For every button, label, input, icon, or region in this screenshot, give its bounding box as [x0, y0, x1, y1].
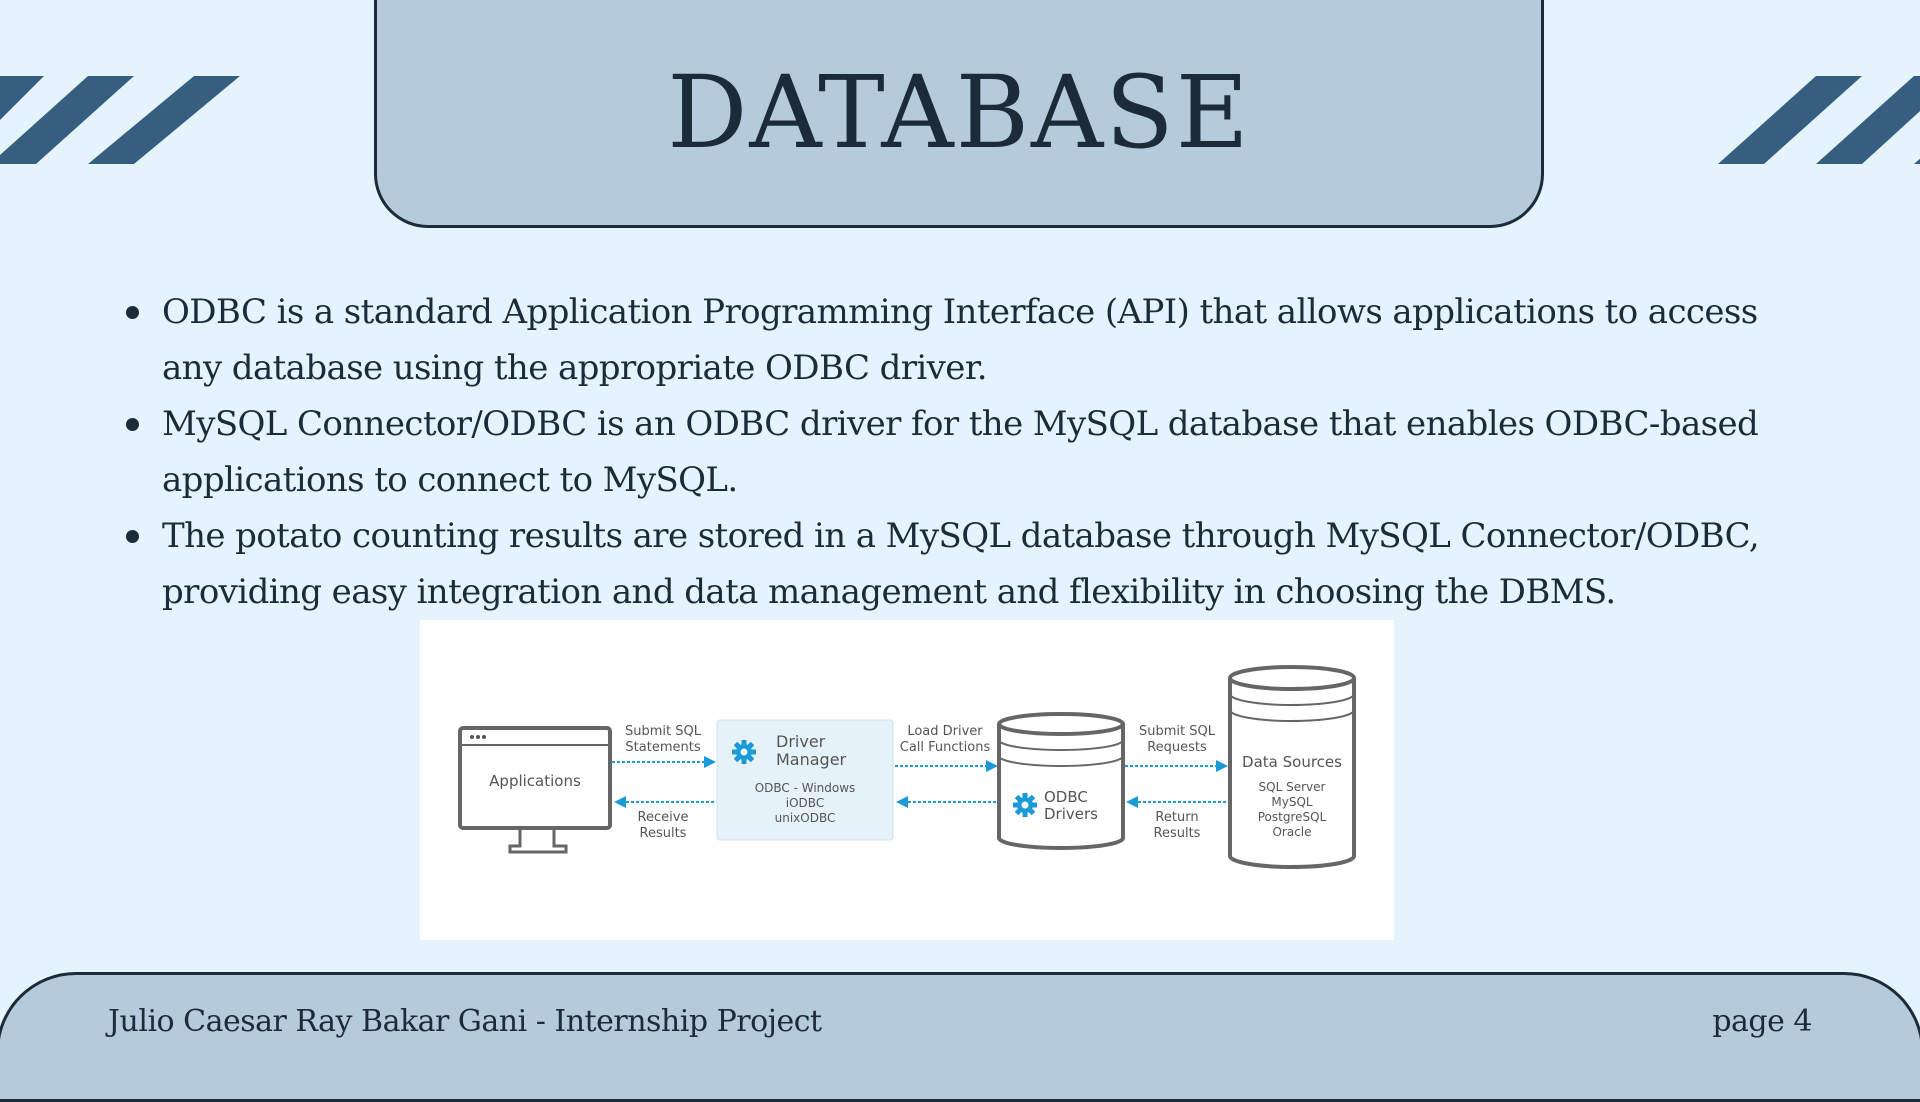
driver-manager-item: ODBC - Windows [755, 781, 856, 795]
submit-sql-statements-label-2: Statements [625, 740, 700, 755]
odbc-architecture-diagram: Applications Submit SQL Statements Recei… [420, 620, 1394, 940]
data-sources-cylinder-icon: Data Sources SQL Server MySQL PostgreSQL… [1228, 665, 1356, 869]
applications-monitor-icon: Applications [458, 726, 612, 854]
load-driver-label-2: Call Functions [900, 740, 991, 755]
bullet-item: The potato counting results are stored i… [120, 508, 1820, 620]
driver-manager-title-1: Driver [776, 732, 826, 751]
driver-manager-item: iODBC [786, 796, 824, 810]
bullet-item: MySQL Connector/ODBC is an ODBC driver f… [120, 396, 1820, 508]
bullet-dot-icon [126, 418, 139, 431]
data-source-item: SQL Server [1259, 780, 1326, 794]
bullet-text: ODBC is a standard Application Programmi… [162, 292, 1758, 388]
odbc-drivers-label-2: Drivers [1044, 805, 1098, 823]
submit-sql-statements-label-1: Submit SQL [625, 724, 702, 739]
page-number: page 4 [1712, 1004, 1812, 1039]
bullet-text: The potato counting results are stored i… [162, 516, 1760, 612]
footer-author: Julio Caesar Ray Bakar Gani - Internship… [108, 1004, 822, 1039]
bullet-item: ODBC is a standard Application Programmi… [120, 284, 1820, 396]
load-driver-label-1: Load Driver [907, 724, 983, 739]
gear-icon [1013, 793, 1037, 817]
bullet-list: ODBC is a standard Application Programmi… [120, 284, 1820, 620]
submit-sql-requests-label-1: Submit SQL [1139, 724, 1216, 739]
gear-icon [732, 740, 756, 764]
page-title: DATABASE [667, 54, 1251, 171]
bullet-dot-icon [126, 530, 139, 543]
odbc-drivers-label-1: ODBC [1044, 788, 1088, 806]
odbc-drivers-cylinder-icon: ODBC Drivers [997, 712, 1125, 850]
driver-manager-item: unixODBC [775, 811, 836, 825]
bullet-dot-icon [126, 306, 139, 319]
receive-results-label-1: Receive [638, 810, 689, 825]
data-sources-title: Data Sources [1242, 753, 1342, 771]
driver-manager-box: Driver Manager ODBC - Windows iODBC unix… [716, 719, 894, 841]
data-source-item: MySQL [1271, 795, 1313, 809]
return-results-label-1: Return [1155, 810, 1198, 825]
data-source-item: PostgreSQL [1258, 810, 1327, 824]
receive-results-label-2: Results [640, 826, 687, 841]
return-results-label-2: Results [1154, 826, 1201, 841]
submit-sql-requests-label-2: Requests [1147, 740, 1207, 755]
applications-label: Applications [489, 772, 581, 790]
stripes-left-decoration [0, 76, 240, 164]
driver-manager-title-2: Manager [776, 750, 847, 769]
data-source-item: Oracle [1272, 825, 1311, 839]
bullet-text: MySQL Connector/ODBC is an ODBC driver f… [162, 404, 1759, 500]
title-panel: DATABASE [374, 0, 1544, 228]
stripes-right-decoration [1718, 76, 1920, 164]
